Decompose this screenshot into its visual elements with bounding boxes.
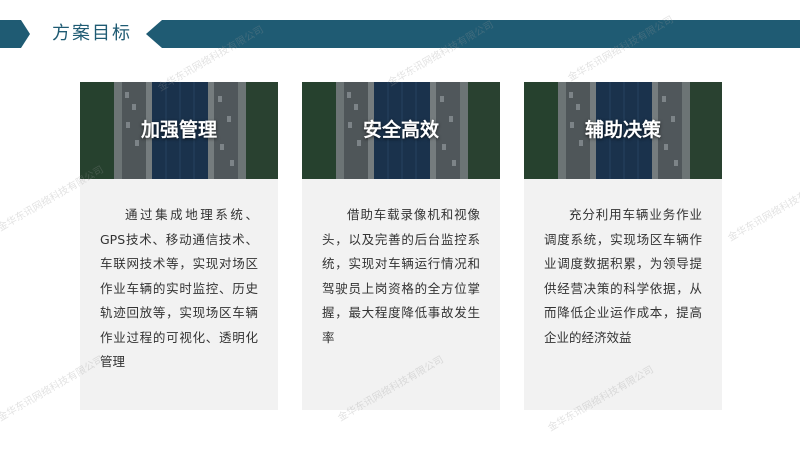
card-description: 通过集成地理系统、GPS技术、移动通信技术、车联网技术等，实现对场区作业车辆的实… [100,207,258,369]
goal-card-decision: 辅助决策 充分利用车辆业务作业调度系统，实现场区车辆作业调度数据积累，为领导提供… [524,82,722,410]
header-left-tab [0,20,30,48]
card-description: 借助车载录像机和视像头，以及完善的后台监控系统，实现对车辆运行情况和驾驶员上岗资… [322,207,480,345]
card-image: 安全高效 [302,82,500,179]
goal-card-management: 加强管理 通过集成地理系统、GPS技术、移动通信技术、车联网技术等，实现对场区作… [80,82,278,410]
goal-card-safety: 安全高效 借助车载录像机和视像头，以及完善的后台监控系统，实现对车辆运行情况和驾… [302,82,500,410]
page-title: 方案目标 [52,23,132,44]
watermark: 金华东讯网络科技有限公司 [726,174,800,244]
card-description: 充分利用车辆业务作业调度系统，实现场区车辆作业调度数据积累，为领导提供经营决策的… [544,207,702,345]
header-right-bar [146,20,800,48]
card-title: 加强管理 [140,119,217,141]
card-title: 辅助决策 [584,119,661,141]
card-title: 安全高效 [362,119,439,141]
card-image: 加强管理 [80,82,278,179]
card-image: 辅助决策 [524,82,722,179]
